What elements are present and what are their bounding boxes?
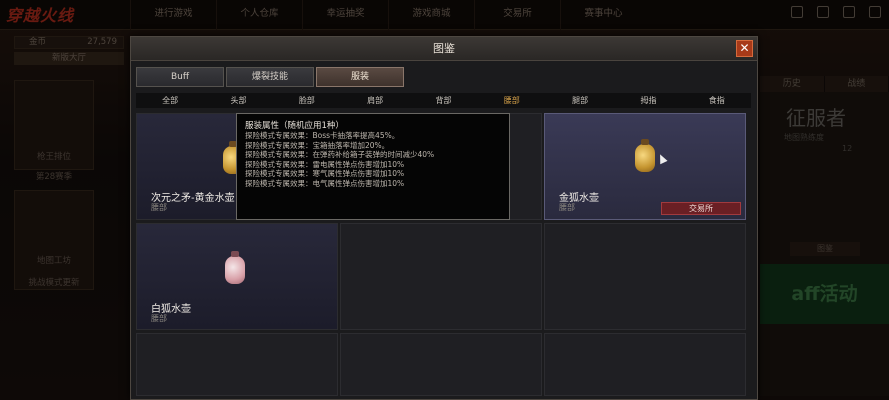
tooltip-line: 探险模式专属效果：雷电属性弹点伤害增加10% — [245, 159, 405, 169]
empty-slot — [136, 333, 338, 396]
tooltip-line: 探险模式专属效果：在弹药补给箱子装弹的时间减少40% — [245, 150, 435, 160]
empty-slot — [340, 333, 542, 396]
tab-burst-skill[interactable]: 爆裂技能 — [226, 67, 314, 87]
tooltip-line: 探险模式专属效果：寒气属性弹点伤害增加10% — [245, 169, 405, 179]
exchange-button[interactable]: 交易所 — [661, 202, 741, 215]
item-image — [225, 251, 245, 284]
part-tab-back[interactable]: 背部 — [409, 93, 477, 108]
tooltip-line: 探险模式专属效果：电气属性弹点伤害增加10% — [245, 178, 405, 188]
part-tab-thumb[interactable]: 拇指 — [614, 93, 682, 108]
tooltip-line: 探险模式专属效果：宝箱抽落率增加20%。 — [245, 140, 390, 150]
tooltip-lines: 探险模式专属效果：Boss卡抽落率提高45%。 探险模式专属效果：宝箱抽落率增加… — [245, 131, 434, 189]
item-image — [635, 139, 655, 172]
part-tab-all[interactable]: 全部 — [136, 93, 204, 108]
empty-slot — [544, 333, 746, 396]
dialog-title: 图鉴 — [433, 42, 455, 55]
part-tab-head[interactable]: 头部 — [204, 93, 272, 108]
tab-costume[interactable]: 服装 — [316, 67, 404, 87]
item-card[interactable]: 金狐水壶 腰部 交易所 — [544, 113, 746, 220]
item-tooltip: 服装属性（随机应用1种） 探险模式专属效果：Boss卡抽落率提高45%。 探险模… — [236, 113, 510, 220]
part-tab-face[interactable]: 脸部 — [273, 93, 341, 108]
dialog-header: 图鉴 ✕ — [131, 37, 757, 61]
part-filter-tabs: 全部 头部 脸部 肩部 背部 腰部 腿部 拇指 食指 — [136, 93, 751, 108]
part-tab-index-finger[interactable]: 食指 — [683, 93, 751, 108]
empty-slot — [340, 223, 542, 330]
item-card[interactable]: 白狐水壶 腰部 — [136, 223, 338, 330]
tooltip-title: 服装属性（随机应用1种） — [245, 121, 344, 131]
item-part: 腰部 — [151, 203, 167, 212]
tooltip-line: 探险模式专属效果：Boss卡抽落率提高45%。 — [245, 131, 400, 140]
part-tab-shoulder[interactable]: 肩部 — [341, 93, 409, 108]
category-tabs: Buff 爆裂技能 服装 — [136, 67, 404, 87]
close-button[interactable]: ✕ — [736, 40, 753, 57]
part-tab-leg[interactable]: 腿部 — [546, 93, 614, 108]
part-tab-waist[interactable]: 腰部 — [478, 93, 546, 108]
item-part: 腰部 — [559, 203, 575, 212]
empty-slot — [544, 223, 746, 330]
item-part: 腰部 — [151, 314, 167, 323]
tab-buff[interactable]: Buff — [136, 67, 224, 87]
